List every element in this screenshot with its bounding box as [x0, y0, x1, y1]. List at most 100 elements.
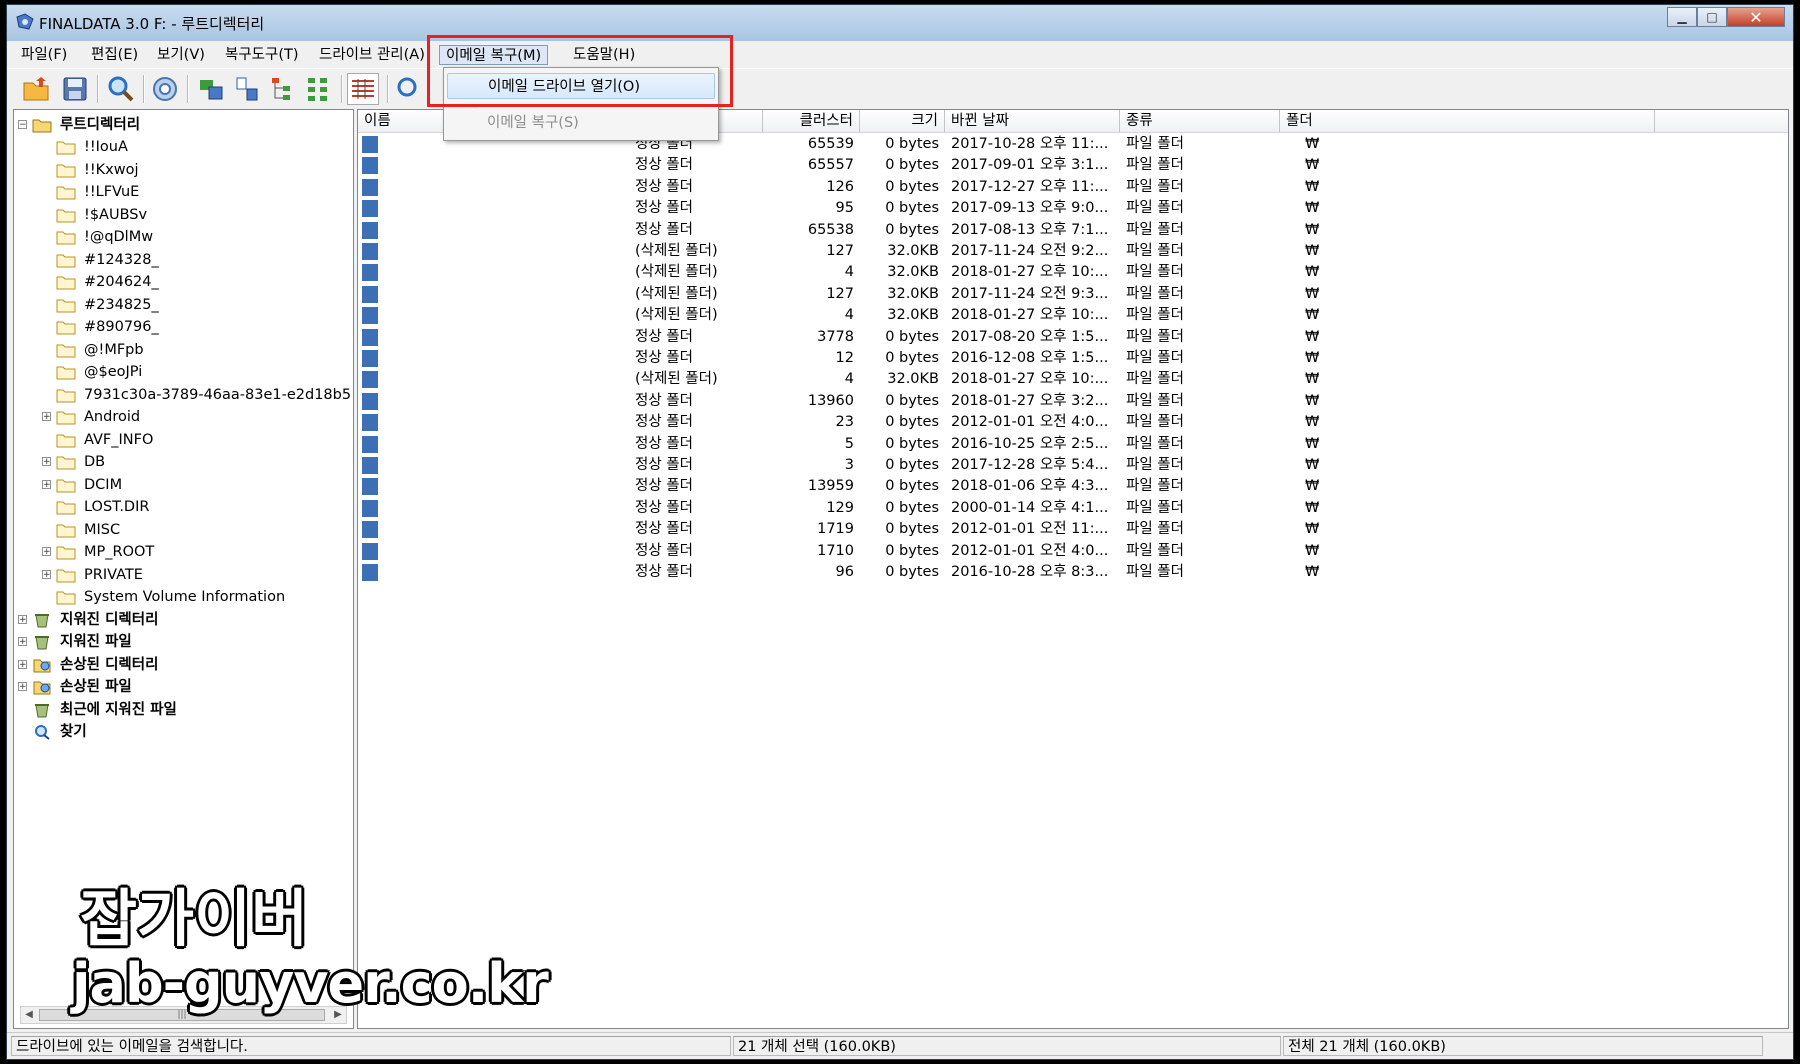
list-row[interactable]: #204624_ (삭제된 폴더) 127 32.0KB 2017-11-24 오전 9…	[358, 241, 1788, 262]
expand-icon[interactable]: +	[18, 659, 27, 669]
tree-item[interactable]: AVF_INFO	[42, 429, 352, 451]
minimize-icon[interactable]: ▁	[1667, 7, 1697, 27]
list-row[interactable]: !$AUBSv 정상 폴더 95 0 bytes 2017-09-13 오후 9:0..…	[358, 198, 1788, 219]
settings-icon[interactable]	[149, 73, 181, 105]
row-cluster: 13960	[807, 392, 854, 409]
row-folder: ₩	[1305, 200, 1320, 217]
list-row[interactable]: @$eoJPi 정상 폴더 12 0 bytes 2016-12-08 오후 1:5..…	[358, 348, 1788, 369]
list-row[interactable]: Android 정상 폴더 13960 0 bytes 2018-01-27 오후 3:…	[358, 391, 1788, 412]
col-header-size[interactable]: 크기	[860, 110, 945, 132]
expand-icon[interactable]: +	[42, 547, 51, 557]
list-row[interactable]: !!Kxwoj 정상 폴더 65557 0 bytes 2017-09-01 오후 3:…	[358, 155, 1788, 176]
list-row[interactable]: DCIM 정상 폴더 3 0 bytes 2017-12-28 오후 5:4... 파일 …	[358, 455, 1788, 476]
tree-item[interactable]: !!Kxwoj	[42, 159, 352, 181]
tree-special-item[interactable]: + 지워진 파일	[18, 631, 348, 653]
list-row[interactable]: #234825_ (삭제된 폴더) 127 32.0KB 2017-11-24 오전 9…	[358, 284, 1788, 305]
tree-item[interactable]: + DB	[42, 451, 352, 473]
tree-item[interactable]: #890796_	[42, 316, 352, 338]
menu-drive-manage[interactable]: 드라이브 관리(A)	[313, 45, 431, 65]
list-row[interactable]: DB 정상 폴더 5 0 bytes 2016-10-25 오후 2:5... 파일 폴더…	[358, 434, 1788, 455]
list-row[interactable]: MP_ROOT 정상 폴더 1719 0 bytes 2012-01-01 오전 11:…	[358, 519, 1788, 540]
list-row[interactable]: !@qDlMw 정상 폴더 65538 0 bytes 2017-08-13 오후 7:…	[358, 220, 1788, 241]
tree-item[interactable]: MISC	[42, 519, 352, 541]
col-header-folder[interactable]: 폴더	[1280, 110, 1655, 132]
expand-icon[interactable]: +	[18, 682, 27, 692]
save-icon[interactable]	[59, 73, 91, 105]
close-icon[interactable]: ✕	[1727, 7, 1785, 27]
col-header-date[interactable]: 바뀐 날짜	[945, 110, 1120, 132]
expand-icon[interactable]: +	[42, 569, 51, 579]
list-row[interactable]: MISC 정상 폴더 129 0 bytes 2000-01-14 오후 4:1... 파…	[358, 498, 1788, 519]
tree-expand-icon[interactable]	[303, 73, 335, 105]
col-header-type[interactable]: 종류	[1120, 110, 1280, 132]
tree-item[interactable]: !!LFVuE	[42, 181, 352, 203]
collapse-icon[interactable]: −	[18, 120, 27, 130]
list-row[interactable]: LOST.DIR 정상 폴더 13959 0 bytes 2018-01-06 오후 4…	[358, 476, 1788, 497]
tree-special-item[interactable]: + 손상된 디렉터리	[18, 654, 348, 676]
tree-special-item[interactable]: + 손상된 파일	[18, 676, 348, 698]
menu-edit[interactable]: 편집(E)	[85, 45, 144, 65]
tree-item[interactable]: @$eoJPi	[42, 361, 352, 383]
col-header-cluster[interactable]: 클러스터	[763, 110, 860, 132]
row-status: 정상 폴더	[635, 457, 693, 473]
search-icon[interactable]	[105, 73, 137, 105]
row-type: 파일 폴더	[1126, 542, 1184, 559]
move-icon[interactable]	[231, 73, 263, 105]
expand-icon[interactable]: +	[18, 614, 27, 624]
app-icon	[16, 13, 34, 30]
tree-item[interactable]: System Volume Information	[42, 586, 352, 608]
list-row[interactable]: AVF_INFO 정상 폴더 23 0 bytes 2012-01-01 오전 4:0.…	[358, 412, 1788, 433]
file-list[interactable]: 이름 클러스터 크기 바뀐 날짜 종류 폴더 !!IouA 정상 폴더 65539 0…	[357, 109, 1789, 1029]
tree-item[interactable]: + Android	[42, 406, 352, 428]
list-row[interactable]: !!LFVuE 정상 폴더 126 0 bytes 2017-12-27 오후 11:.…	[358, 177, 1788, 198]
list-row[interactable]: 7931c30a-3789-46aa-83e1-e2d1... (삭제된 폴더) 4…	[358, 369, 1788, 471]
list-row[interactable]: #124328_ (삭제된 폴더) 4 32.0KB 2018-01-27 오후 10:…	[358, 262, 1788, 283]
expand-icon[interactable]: +	[42, 479, 51, 489]
copy-icon[interactable]	[195, 73, 227, 105]
list-row[interactable]: @!MFpb 정상 폴더 3778 0 bytes 2017-08-20 오후 1:5.…	[358, 327, 1788, 348]
row-folder: ₩	[1305, 564, 1320, 580]
tree-item[interactable]: 7931c30a-3789-46aa-83e1-e2d18b5	[42, 384, 352, 406]
scroll-left-icon[interactable]: ◀	[21, 1007, 37, 1023]
menu-email-recover[interactable]: 이메일 복구(S)	[447, 110, 715, 136]
tree-special-item[interactable]: 찾기	[18, 721, 348, 743]
tree-item[interactable]: !$AUBSv	[42, 204, 352, 226]
row-date: 2016-12-08 오후 1:5...	[951, 350, 1109, 366]
expand-icon[interactable]: +	[42, 457, 51, 467]
tree-special-item[interactable]: 최근에 지워진 파일	[18, 699, 348, 721]
tree-special-item[interactable]: + 지워진 디렉터리	[18, 609, 348, 631]
menu-file[interactable]: 파일(F)	[15, 45, 73, 65]
tree-root[interactable]: − 루트디렉터리	[18, 114, 348, 136]
expand-icon[interactable]: +	[18, 637, 27, 647]
tree-item[interactable]: @!MFpb	[42, 339, 352, 361]
tree-item-label: Android	[84, 409, 141, 425]
list-row[interactable]: System Volume Information 정상 폴더 96 0 bytes 2…	[358, 562, 1788, 622]
tree-item[interactable]: LOST.DIR	[42, 496, 352, 518]
expand-icon[interactable]: +	[42, 412, 51, 422]
tree-item[interactable]: + PRIVATE	[42, 564, 352, 586]
list-row[interactable]: #890796_ (삭제된 폴더) 4 32.0KB 2018-01-27 오후 10:…	[358, 305, 1788, 326]
row-date: 2018-01-06 오후 4:3...	[951, 478, 1109, 495]
menu-recovery-tools[interactable]: 복구도구(T)	[219, 45, 305, 65]
row-date: 2012-01-01 오전 4:0...	[951, 414, 1109, 431]
tree-item[interactable]: #234825_	[42, 294, 352, 316]
title-bar[interactable]: FINALDATA 3.0 F: - 루트디렉터리 ▁ □ ✕	[7, 5, 1793, 41]
tree-item[interactable]: #204624_	[42, 271, 352, 293]
find-icon[interactable]	[393, 73, 425, 105]
row-size: 32.0KB	[887, 371, 939, 388]
row-folder: ₩	[1305, 521, 1320, 538]
maximize-icon[interactable]: □	[1697, 7, 1727, 27]
row-cluster: 12	[835, 350, 854, 366]
tree-item[interactable]: #124328_	[42, 249, 352, 271]
tree-item[interactable]: + MP_ROOT	[42, 541, 352, 563]
menu-view[interactable]: 보기(V)	[151, 45, 211, 65]
tree-icon[interactable]	[267, 73, 299, 105]
folder-icon	[56, 366, 76, 380]
tree-item[interactable]: !!IouA	[42, 136, 352, 158]
open-folder-icon[interactable]	[21, 73, 53, 105]
folder-icon	[56, 164, 76, 177]
list-row[interactable]: PRIVATE 정상 폴더 1710 0 bytes 2012-01-01 오전 4:0…	[358, 541, 1788, 562]
list-view-icon[interactable]	[347, 73, 379, 105]
tree-item[interactable]: + DCIM	[42, 474, 352, 496]
tree-item[interactable]: !@qDlMw	[42, 226, 352, 248]
